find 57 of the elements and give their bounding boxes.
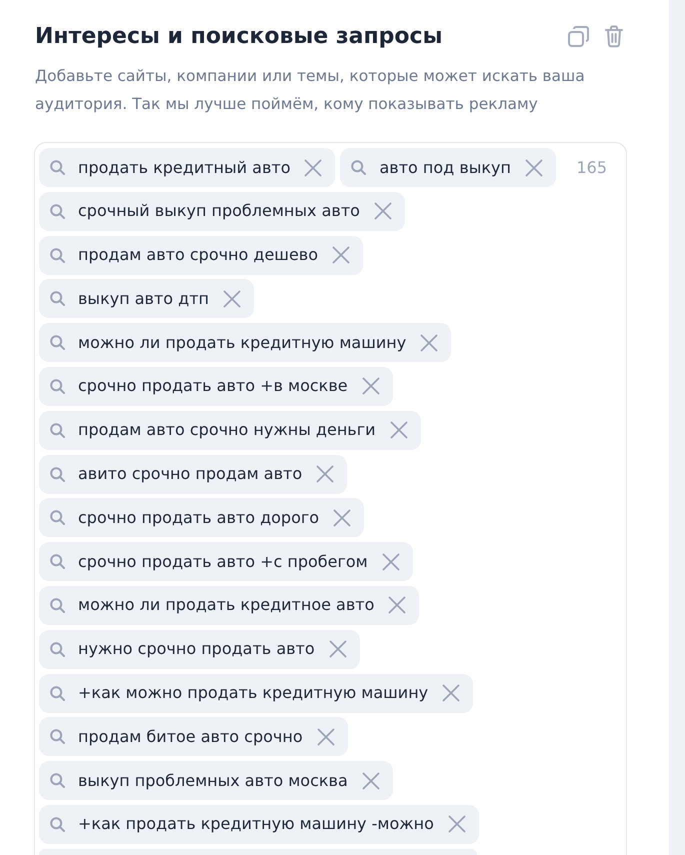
search-icon: [50, 335, 65, 350]
section-title: Интересы и поисковые запросы: [35, 23, 442, 51]
close-icon[interactable]: [524, 158, 543, 176]
close-icon[interactable]: [332, 246, 350, 264]
tag-text: продам авто срочно дешево: [78, 244, 318, 266]
search-icon: [50, 422, 65, 438]
close-icon[interactable]: [442, 684, 460, 702]
close-icon[interactable]: [328, 640, 347, 658]
close-icon[interactable]: [448, 815, 466, 834]
close-icon[interactable]: [388, 596, 406, 614]
close-icon[interactable]: [333, 508, 352, 527]
search-icon: [50, 729, 65, 744]
tag-text: выкуп проблемных авто москва: [78, 770, 348, 792]
tag-text: можно ли продать кредитную машину: [78, 332, 406, 354]
copy-icon[interactable]: [568, 26, 589, 47]
close-icon[interactable]: [390, 421, 408, 440]
tag-text: +как можно продать кредитную машину: [78, 682, 428, 704]
trash-icon[interactable]: [605, 25, 623, 48]
tag-count: 165: [575, 157, 608, 179]
search-icon: [351, 160, 366, 175]
tag-text: можно ли продать кредитное авто: [78, 594, 374, 616]
search-icon: [50, 554, 65, 570]
search-icon: [50, 291, 65, 306]
search-icon: [50, 378, 65, 394]
tag-text: нужно срочно продать авто: [78, 638, 315, 660]
search-icon: [50, 816, 65, 832]
search-icon: [50, 248, 65, 263]
close-icon[interactable]: [223, 290, 242, 308]
search-icon: [50, 773, 65, 788]
tag-text: продам авто срочно нужны деньги: [78, 419, 376, 442]
tag-text: +как продать кредитную машину -можно: [78, 813, 434, 836]
search-icon: [50, 160, 65, 175]
search-icon: [50, 642, 65, 657]
tag-text: авито срочно продам авто: [78, 463, 302, 486]
close-icon[interactable]: [374, 202, 392, 220]
close-icon[interactable]: [316, 728, 335, 746]
close-icon[interactable]: [362, 377, 380, 396]
tag-text: срочный выкуп проблемных авто: [78, 200, 360, 222]
search-icon: [50, 204, 65, 219]
search-icon: [50, 466, 65, 482]
tag-text: срочно продать авто +с пробегом: [78, 550, 368, 573]
tag-text: авто под выкуп: [379, 156, 511, 178]
query-field[interactable]: [34, 142, 627, 855]
close-icon[interactable]: [304, 158, 322, 176]
close-icon[interactable]: [420, 334, 438, 352]
tag-text: продать кредитный авто: [78, 156, 290, 178]
tag-text: срочно продать авто дорого: [78, 506, 320, 529]
search-icon: [50, 598, 65, 613]
tag-text: выкуп авто дтп: [78, 288, 210, 310]
close-icon[interactable]: [316, 465, 334, 484]
section-description: Добавьте сайты, компании или темы, которые может искать ваша аудитория. Так мы лучше поймём, кому показывать рекламу: [35, 66, 586, 115]
close-icon[interactable]: [382, 552, 400, 571]
tag-text: продам битое авто срочно: [78, 726, 303, 748]
search-icon: [50, 510, 65, 526]
close-icon[interactable]: [362, 772, 380, 790]
search-icon: [50, 686, 65, 701]
tag-text: срочно продать авто +в москве: [78, 375, 348, 398]
